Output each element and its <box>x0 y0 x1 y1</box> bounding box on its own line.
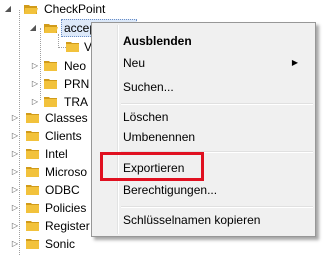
menu-item-new-label: Neu <box>123 56 146 70</box>
tree-node-label: PRN <box>64 77 90 91</box>
collapse-icon[interactable]: ◢ <box>4 4 12 13</box>
menu-item-collapse[interactable]: Ausblenden <box>123 31 192 51</box>
expand-icon[interactable]: ▷ <box>11 131 19 140</box>
folder-open-icon <box>44 24 58 33</box>
folder-open-icon <box>24 5 38 14</box>
expand-icon[interactable]: ▷ <box>31 97 39 106</box>
folder-icon <box>26 203 39 213</box>
tree-node-label: Neo <box>64 59 87 73</box>
tree-node-label: Intel <box>45 147 68 161</box>
expand-icon[interactable]: ▷ <box>11 149 19 158</box>
tree-node-label: CheckPoint <box>44 2 106 16</box>
tree-node-label: Microso <box>45 165 88 179</box>
tree-guide-line <box>40 28 41 100</box>
tree-node-label: Classes <box>45 111 88 125</box>
folder-icon <box>26 113 39 123</box>
expand-icon[interactable]: ▷ <box>11 185 19 194</box>
context-menu: Ausblenden Neu ▶ Suchen... Löschen Umben… <box>91 22 316 237</box>
tree-node-label: Clients <box>45 129 82 143</box>
folder-icon <box>26 149 39 159</box>
menu-item-new[interactable]: Neu ▶ <box>123 53 308 73</box>
tree-guide-line <box>58 47 66 48</box>
tree-guide-line <box>58 34 59 46</box>
expand-icon[interactable]: ▷ <box>11 167 19 176</box>
expand-icon[interactable]: ▷ <box>11 203 19 212</box>
folder-icon <box>66 42 79 52</box>
tree-node-label: Sonic <box>45 237 76 251</box>
menu-item-delete[interactable]: Löschen <box>123 107 168 127</box>
folder-icon <box>26 221 39 231</box>
folder-icon <box>26 185 39 195</box>
expand-icon[interactable]: ▷ <box>11 113 19 122</box>
menu-separator <box>121 206 313 208</box>
folder-icon <box>26 131 39 141</box>
menu-item-permissions[interactable]: Berechtigungen... <box>123 180 217 200</box>
folder-icon <box>44 79 57 89</box>
tree-node-label: ODBC <box>45 183 80 197</box>
expand-icon[interactable]: ▷ <box>11 239 19 248</box>
folder-icon <box>26 167 39 177</box>
collapse-icon[interactable]: ◢ <box>29 23 37 32</box>
tree-guide-line <box>19 10 20 255</box>
expand-icon[interactable]: ▷ <box>31 79 39 88</box>
folder-icon <box>26 239 39 249</box>
menu-item-rename[interactable]: Umbenennen <box>123 127 195 147</box>
menu-item-copy-key-name[interactable]: Schlüsselnamen kopieren <box>123 210 260 230</box>
menu-gutter <box>117 25 119 234</box>
expand-icon[interactable]: ▷ <box>31 61 39 70</box>
tree-node-label: Policies <box>45 201 87 215</box>
folder-icon <box>44 97 57 107</box>
submenu-arrow-icon: ▶ <box>291 58 298 67</box>
export-highlight-box <box>100 152 204 181</box>
menu-item-search[interactable]: Suchen... <box>123 77 174 97</box>
folder-icon <box>44 61 57 71</box>
menu-separator <box>121 103 313 105</box>
expand-icon[interactable]: ▷ <box>11 221 19 230</box>
tree-node-label: Register <box>45 219 90 233</box>
